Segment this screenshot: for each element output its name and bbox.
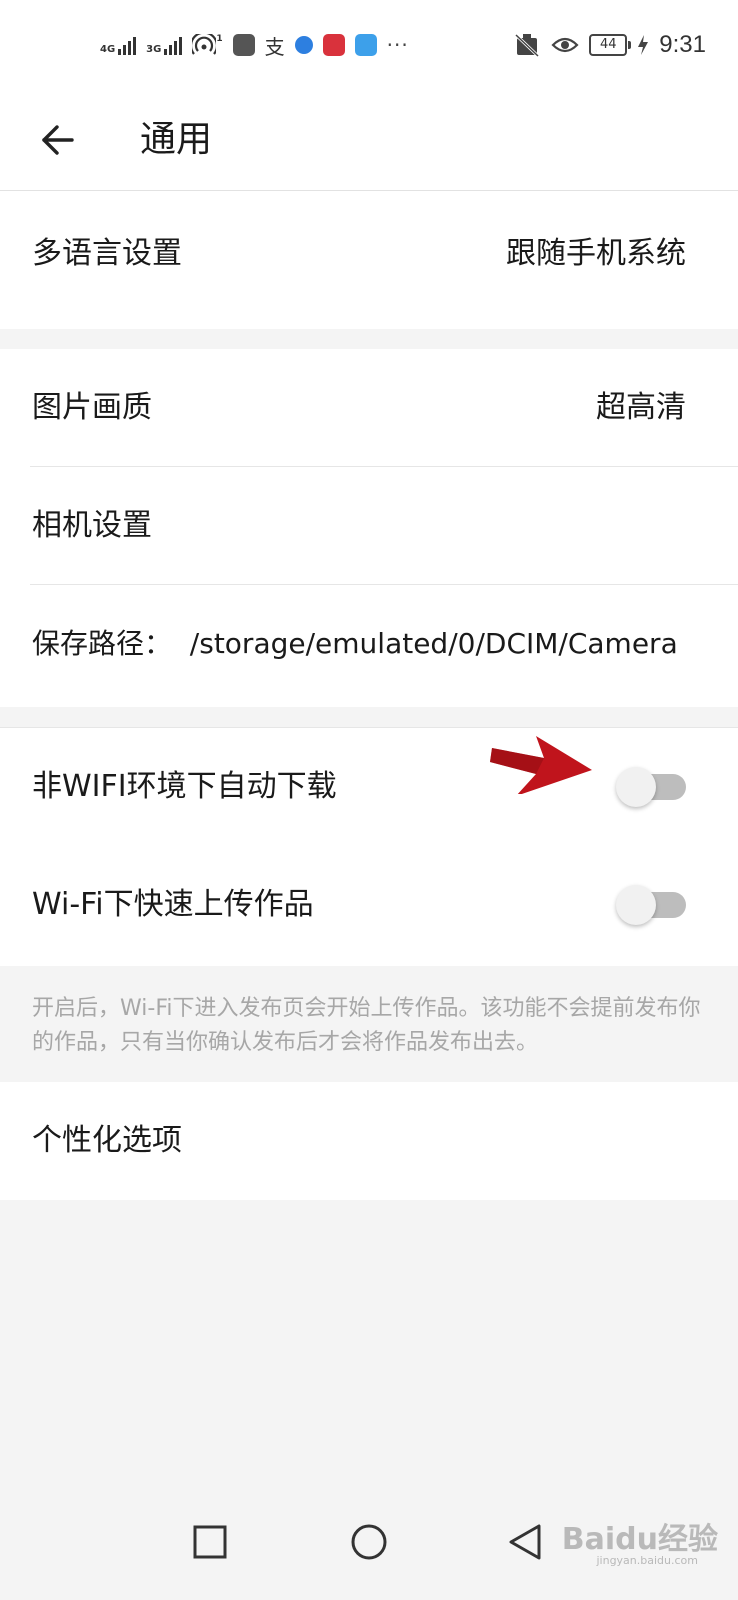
language-card: 多语言设置 跟随手机系统 <box>0 191 738 329</box>
image-quality-value: 超高清 <box>596 390 686 425</box>
charging-icon <box>638 35 649 55</box>
no-sim-icon <box>515 33 540 58</box>
network-type-1: 4G <box>100 44 116 55</box>
save-path-row[interactable]: 保存路径： /storage/emulated/0/DCIM/Camera <box>0 585 738 703</box>
personalization-row[interactable]: 个性化选项 <box>0 1082 738 1200</box>
status-left: 4G 3G 1 支 ··· <box>100 28 409 62</box>
huawei-app-icon <box>232 34 255 56</box>
eye-icon <box>551 37 579 53</box>
personalization-card: 个性化选项 <box>0 1082 738 1200</box>
page-title: 通用 <box>140 119 213 160</box>
personalization-label: 个性化选项 <box>32 1123 182 1158</box>
hotspot-icon: 1 <box>192 34 223 56</box>
toggle-knob <box>616 767 656 807</box>
navigation-bar: Baidu经验 jingyan.baidu.com <box>0 1490 738 1600</box>
browser-icon <box>294 36 313 54</box>
network-card: 非WIFI环境下自动下载 Wi-Fi下快速上传作品 <box>0 727 738 966</box>
network-type-2: 3G <box>146 44 162 55</box>
more-notifications: ··· <box>386 33 409 57</box>
media-card: 图片画质 超高清 相机设置 保存路径： /storage/emulated/0/… <box>0 349 738 707</box>
image-quality-row[interactable]: 图片画质 超高清 <box>0 349 738 467</box>
watermark-sub: jingyan.baidu.com <box>596 1554 698 1567</box>
signal-icon-2: 3G <box>146 35 183 55</box>
status-bar: 4G 3G 1 支 ··· 44 9:31 <box>0 0 738 90</box>
arrow-left-icon <box>42 125 74 155</box>
signal-icon: 4G <box>100 35 137 55</box>
chat-icon <box>354 34 377 56</box>
reader-icon <box>322 34 345 56</box>
triangle-back-icon <box>509 1524 541 1560</box>
camera-settings-label: 相机设置 <box>32 508 152 543</box>
circle-home-icon <box>351 1524 387 1560</box>
watermark: Baidu经验 <box>561 1522 718 1557</box>
auto-download-row: 非WIFI环境下自动下载 <box>0 728 738 846</box>
save-path-label: 保存路径： /storage/emulated/0/DCIM/Camera <box>32 627 678 660</box>
square-recents-icon <box>193 1525 227 1559</box>
language-label: 多语言设置 <box>32 236 182 271</box>
red-arrow-icon <box>490 736 592 794</box>
fast-upload-note: 开启后，Wi-Fi下进入发布页会开始上传作品。该功能不会提前发布你的作品，只有当… <box>32 996 701 1055</box>
hotspot-count: 1 <box>216 34 223 44</box>
toggle-knob <box>616 885 656 925</box>
auto-download-toggle[interactable] <box>616 767 686 807</box>
fast-upload-toggle[interactable] <box>616 885 686 925</box>
image-quality-label: 图片画质 <box>32 390 152 425</box>
clock: 9:31 <box>659 31 706 58</box>
fast-upload-label: Wi-Fi下快速上传作品 <box>32 887 314 922</box>
language-row[interactable]: 多语言设置 跟随手机系统 <box>0 191 738 321</box>
auto-download-label: 非WIFI环境下自动下载 <box>32 769 337 804</box>
back-button[interactable] <box>34 116 82 164</box>
recents-button[interactable] <box>180 1512 240 1572</box>
fast-upload-row: Wi-Fi下快速上传作品 <box>0 846 738 964</box>
status-right: 44 9:31 <box>513 28 706 62</box>
alipay-icon: 支 <box>264 34 285 59</box>
language-value: 跟随手机系统 <box>506 236 686 271</box>
camera-settings-row[interactable]: 相机设置 <box>0 467 738 585</box>
battery-indicator: 44 <box>589 34 632 56</box>
back-nav-button[interactable] <box>496 1512 556 1572</box>
top-bar: 通用 <box>0 90 738 191</box>
home-button[interactable] <box>339 1512 399 1572</box>
